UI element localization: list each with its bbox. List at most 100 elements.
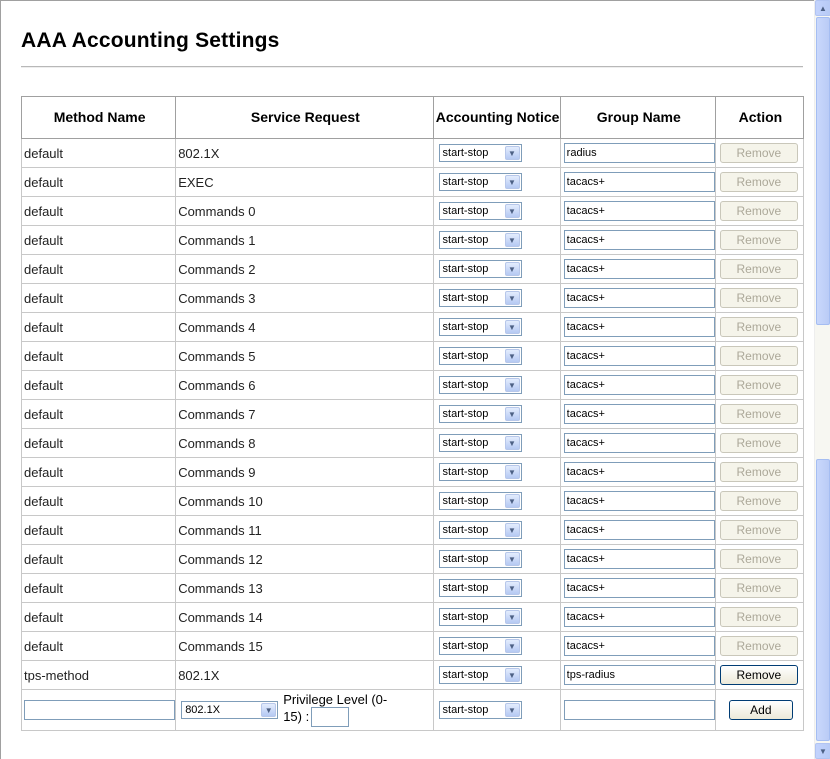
group-name-input[interactable] bbox=[563, 172, 715, 192]
service-request-text: Commands 15 bbox=[178, 638, 263, 654]
group-name-input[interactable] bbox=[563, 636, 715, 656]
accounting-notice-select[interactable]: start-stop ▼ bbox=[438, 260, 522, 278]
group-name-input[interactable] bbox=[563, 375, 715, 395]
remove-button[interactable]: Remove bbox=[719, 491, 798, 511]
add-entry-row: 802.1X ▼ Privilege Level (0- 15) : start… bbox=[20, 689, 805, 731]
accounting-notice-value: start-stop bbox=[442, 321, 489, 333]
group-name-cell bbox=[559, 457, 716, 487]
accounting-notice-cell: start-stop ▼ bbox=[432, 254, 561, 284]
chevron-down-icon: ▼ bbox=[504, 668, 520, 682]
service-request-cell: Commands 12 bbox=[175, 544, 434, 574]
table-row: default Commands 10 start-stop ▼ Remove bbox=[20, 486, 805, 516]
group-name-input[interactable] bbox=[563, 230, 715, 250]
accounting-notice-select[interactable]: start-stop ▼ bbox=[438, 637, 522, 655]
remove-button[interactable]: Remove bbox=[719, 462, 798, 482]
add-button[interactable]: Add bbox=[728, 700, 793, 720]
accounting-notice-value: start-stop bbox=[442, 669, 489, 681]
accounting-notice-select[interactable]: start-stop ▼ bbox=[438, 666, 522, 684]
table-row: default Commands 13 start-stop ▼ Remove bbox=[20, 573, 805, 603]
new-service-request-select[interactable]: 802.1X ▼ bbox=[181, 701, 279, 719]
service-request-text: Commands 10 bbox=[178, 493, 263, 509]
new-accounting-notice-select[interactable]: start-stop ▼ bbox=[438, 701, 522, 719]
scroll-down-arrow-icon[interactable]: ▼ bbox=[815, 743, 830, 759]
accounting-notice-value: start-stop bbox=[442, 350, 489, 362]
accounting-notice-select[interactable]: start-stop ▼ bbox=[438, 521, 522, 539]
accounting-notice-select[interactable]: start-stop ▼ bbox=[438, 376, 522, 394]
chevron-down-icon: ▼ bbox=[504, 320, 520, 334]
group-name-input[interactable] bbox=[563, 346, 715, 366]
service-request-cell: Commands 6 bbox=[175, 370, 434, 400]
group-name-input[interactable] bbox=[563, 520, 715, 540]
remove-button[interactable]: Remove bbox=[719, 346, 798, 366]
table-row: default Commands 8 start-stop ▼ Remove bbox=[20, 428, 805, 458]
remove-button[interactable]: Remove bbox=[719, 259, 798, 279]
remove-button[interactable]: Remove bbox=[719, 317, 798, 337]
group-name-input[interactable] bbox=[563, 201, 715, 221]
remove-button[interactable]: Remove bbox=[719, 607, 798, 627]
remove-button[interactable]: Remove bbox=[719, 549, 798, 569]
remove-button[interactable]: Remove bbox=[719, 201, 798, 221]
accounting-notice-select[interactable]: start-stop ▼ bbox=[438, 405, 522, 423]
action-cell: Remove bbox=[714, 254, 805, 284]
group-name-input[interactable] bbox=[563, 462, 715, 482]
group-name-input[interactable] bbox=[563, 259, 715, 279]
accounting-notice-select[interactable]: start-stop ▼ bbox=[438, 289, 522, 307]
remove-button[interactable]: Remove bbox=[719, 636, 798, 656]
remove-button[interactable]: Remove bbox=[719, 172, 798, 192]
accounting-notice-select[interactable]: start-stop ▼ bbox=[438, 463, 522, 481]
group-name-input[interactable] bbox=[563, 665, 715, 685]
service-request-cell: Commands 7 bbox=[175, 399, 434, 429]
method-name-text: tps-method bbox=[24, 667, 90, 683]
group-name-input[interactable] bbox=[563, 578, 715, 598]
accounting-notice-cell: start-stop ▼ bbox=[432, 399, 561, 429]
group-name-cell bbox=[559, 399, 716, 429]
scrollbar-thumb[interactable] bbox=[816, 17, 830, 325]
accounting-notice-select[interactable]: start-stop ▼ bbox=[438, 579, 522, 597]
group-name-cell bbox=[559, 428, 716, 458]
group-name-input[interactable] bbox=[563, 433, 715, 453]
new-group-name-input[interactable] bbox=[563, 700, 715, 720]
group-name-input[interactable] bbox=[563, 549, 715, 569]
remove-button[interactable]: Remove bbox=[719, 375, 798, 395]
new-service-request-cell: 802.1X ▼ Privilege Level (0- 15) : bbox=[175, 689, 434, 731]
scrollbar-track-lower[interactable] bbox=[816, 459, 830, 741]
vertical-scrollbar[interactable]: ▲ ▼ bbox=[814, 0, 830, 759]
accounting-notice-select[interactable]: start-stop ▼ bbox=[438, 608, 522, 626]
service-request-text: Commands 0 bbox=[178, 203, 256, 219]
remove-button[interactable]: Remove bbox=[719, 520, 798, 540]
accounting-notice-cell: start-stop ▼ bbox=[432, 428, 561, 458]
group-name-input[interactable] bbox=[563, 143, 715, 163]
chevron-down-icon: ▼ bbox=[504, 175, 520, 189]
service-request-text: Commands 11 bbox=[178, 522, 262, 538]
remove-button[interactable]: Remove bbox=[719, 578, 798, 598]
group-name-input[interactable] bbox=[563, 404, 715, 424]
group-name-input[interactable] bbox=[563, 288, 715, 308]
group-name-input[interactable] bbox=[563, 607, 715, 627]
column-header-method-name: Method Name bbox=[20, 96, 177, 139]
accounting-notice-select[interactable]: start-stop ▼ bbox=[438, 550, 522, 568]
accounting-notice-select[interactable]: start-stop ▼ bbox=[438, 492, 522, 510]
remove-button[interactable]: Remove bbox=[719, 665, 798, 685]
remove-button[interactable]: Remove bbox=[719, 143, 798, 163]
remove-button[interactable]: Remove bbox=[719, 230, 798, 250]
accounting-notice-cell: start-stop ▼ bbox=[432, 544, 561, 574]
accounting-notice-select[interactable]: start-stop ▼ bbox=[438, 231, 522, 249]
group-name-input[interactable] bbox=[563, 491, 715, 511]
remove-button[interactable]: Remove bbox=[719, 288, 798, 308]
privilege-level-label-line2: 15) : bbox=[283, 709, 310, 724]
accounting-notice-select[interactable]: start-stop ▼ bbox=[438, 318, 522, 336]
action-cell: Remove bbox=[714, 486, 805, 516]
add-action-cell: Add bbox=[714, 689, 805, 731]
remove-button[interactable]: Remove bbox=[719, 433, 798, 453]
accounting-notice-select[interactable]: start-stop ▼ bbox=[438, 173, 522, 191]
service-request-cell: Commands 11 bbox=[175, 515, 434, 545]
new-method-name-input[interactable] bbox=[24, 700, 175, 720]
accounting-notice-select[interactable]: start-stop ▼ bbox=[438, 202, 522, 220]
accounting-notice-select[interactable]: start-stop ▼ bbox=[438, 347, 522, 365]
accounting-notice-select[interactable]: start-stop ▼ bbox=[438, 144, 522, 162]
accounting-notice-select[interactable]: start-stop ▼ bbox=[438, 434, 522, 452]
scroll-up-arrow-icon[interactable]: ▲ bbox=[815, 0, 830, 16]
privilege-level-input[interactable] bbox=[311, 707, 350, 727]
group-name-input[interactable] bbox=[563, 317, 715, 337]
remove-button[interactable]: Remove bbox=[719, 404, 798, 424]
